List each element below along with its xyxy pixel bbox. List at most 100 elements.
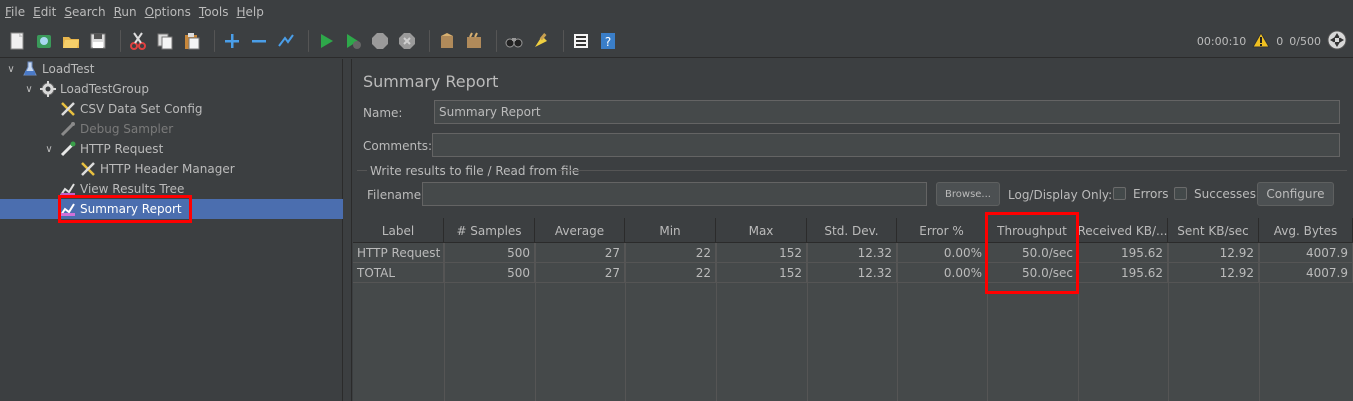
successes-label: Successes: [1194, 187, 1256, 201]
table-row[interactable]: TOTAL 500 27 22 152 12.32 0.00% 50.0/sec…: [353, 263, 1353, 283]
tree-node-loadtestgroup[interactable]: ∨ LoadTestGroup: [22, 79, 149, 99]
gear-icon: [40, 81, 56, 97]
splitter[interactable]: [344, 59, 352, 401]
browse-button[interactable]: Browse...: [936, 182, 1000, 206]
tree-node-loadtest[interactable]: ∨ LoadTest: [4, 59, 94, 79]
paste-icon[interactable]: [181, 30, 203, 52]
menu-bar: File Edit Search Run Options Tools Help: [0, 0, 1353, 24]
reset-search-icon[interactable]: [530, 30, 552, 52]
errors-checkbox[interactable]: [1113, 187, 1126, 200]
column-divider: [716, 243, 717, 401]
tree-node-http-request[interactable]: ∨ HTTP Request: [42, 139, 163, 159]
column-header-std-dev[interactable]: Std. Dev.: [807, 218, 897, 243]
column-divider: [897, 243, 898, 401]
config-tools-icon: [80, 161, 96, 177]
tree-node-csv-data-set-config[interactable]: CSV Data Set Config: [60, 99, 203, 119]
config-tools-icon: [60, 101, 76, 117]
function-helper-icon[interactable]: [570, 30, 592, 52]
help-icon[interactable]: ?: [597, 30, 619, 52]
new-icon[interactable]: [6, 30, 28, 52]
collapse-all-icon[interactable]: [248, 30, 270, 52]
cut-icon[interactable]: [127, 30, 149, 52]
table-cell: 22: [625, 243, 716, 263]
remote-status-icon[interactable]: [1327, 30, 1347, 53]
table-cell: TOTAL: [353, 263, 444, 283]
column-header-max[interactable]: Max: [716, 218, 807, 243]
comments-field[interactable]: [432, 133, 1340, 157]
shutdown-icon[interactable]: [396, 30, 418, 52]
menu-help[interactable]: Help: [237, 5, 264, 19]
warning-icon[interactable]: [1252, 31, 1271, 51]
clear-icon[interactable]: [436, 30, 458, 52]
active-threads: 0/500: [1289, 34, 1321, 48]
group-border: [357, 170, 367, 171]
chevron-down-icon[interactable]: ∨: [22, 84, 36, 95]
column-divider: [1168, 243, 1169, 401]
column-header-sent-kb[interactable]: Sent KB/sec: [1168, 218, 1259, 243]
toolbar-separator: [214, 29, 215, 52]
start-no-pauses-icon[interactable]: [342, 30, 364, 52]
highlight-annotation: [58, 195, 192, 223]
toggle-icon[interactable]: [275, 30, 297, 52]
chevron-down-icon[interactable]: ∨: [42, 144, 56, 155]
table-cell: 195.62: [1078, 243, 1168, 263]
toolbar-separator: [496, 29, 497, 52]
menu-file[interactable]: File: [5, 5, 25, 19]
save-icon[interactable]: [87, 30, 109, 52]
start-icon[interactable]: [315, 30, 337, 52]
templates-icon[interactable]: [33, 30, 55, 52]
expand-all-icon[interactable]: [221, 30, 243, 52]
search-icon[interactable]: [503, 30, 525, 52]
tree-node-debug-sampler[interactable]: Debug Sampler: [60, 119, 173, 139]
filename-input[interactable]: [422, 182, 927, 206]
menu-tools[interactable]: Tools: [199, 5, 229, 19]
filename-label: Filename: [367, 188, 422, 202]
table-cell: 12.92: [1168, 263, 1259, 283]
page-title: Summary Report: [363, 72, 499, 91]
open-icon[interactable]: [60, 30, 82, 52]
table-cell: 195.62: [1078, 263, 1168, 283]
column-header-error-percent[interactable]: Error %: [897, 218, 987, 243]
table-cell: HTTP Request: [353, 243, 444, 263]
pipette-icon: [60, 141, 76, 157]
write-results-group-title: Write results to file / Read from file: [370, 164, 580, 178]
configure-button[interactable]: Configure: [1257, 182, 1334, 206]
toolbar: ? 00:00:10 0 0/500: [0, 24, 1353, 58]
table-cell: 500: [444, 263, 535, 283]
errors-label: Errors: [1133, 187, 1169, 201]
name-label: Name:: [363, 106, 403, 120]
menu-search[interactable]: Search: [64, 5, 105, 19]
table-cell: 12.32: [807, 243, 897, 263]
toolbar-separator: [308, 29, 309, 52]
successes-checkbox[interactable]: [1174, 187, 1187, 200]
toolbar-separator: [429, 29, 430, 52]
clear-all-icon[interactable]: [463, 30, 485, 52]
table-cell: 152: [716, 243, 807, 263]
stop-icon[interactable]: [369, 30, 391, 52]
chevron-down-icon[interactable]: ∨: [4, 64, 18, 75]
column-header-label[interactable]: Label: [353, 218, 444, 243]
column-divider: [535, 243, 536, 401]
table-cell: 27: [535, 263, 625, 283]
column-header-samples[interactable]: # Samples: [444, 218, 535, 243]
table-cell: 27: [535, 243, 625, 263]
table-header: Label # Samples Average Min Max Std. Dev…: [353, 218, 1353, 243]
status-area: 00:00:10 0 0/500: [1197, 24, 1347, 58]
menu-options[interactable]: Options: [145, 5, 191, 19]
column-header-average[interactable]: Average: [535, 218, 625, 243]
column-divider: [807, 243, 808, 401]
table-row[interactable]: HTTP Request 500 27 22 152 12.32 0.00% 5…: [353, 243, 1353, 263]
copy-icon[interactable]: [154, 30, 176, 52]
tree-node-http-header-manager[interactable]: HTTP Header Manager: [80, 159, 235, 179]
column-header-received-kb[interactable]: Received KB/...: [1078, 218, 1168, 243]
column-header-avg-bytes[interactable]: Avg. Bytes: [1259, 218, 1353, 243]
name-field[interactable]: Summary Report: [434, 100, 1340, 124]
table-cell: 152: [716, 263, 807, 283]
table-cell: 4007.9: [1259, 243, 1353, 263]
menu-run[interactable]: Run: [114, 5, 137, 19]
menu-edit[interactable]: Edit: [33, 5, 56, 19]
toolbar-separator: [120, 29, 121, 52]
group-border: [558, 170, 1347, 171]
column-header-min[interactable]: Min: [625, 218, 716, 243]
summary-report-panel: Summary Report Name: Summary Report Comm…: [353, 59, 1353, 401]
